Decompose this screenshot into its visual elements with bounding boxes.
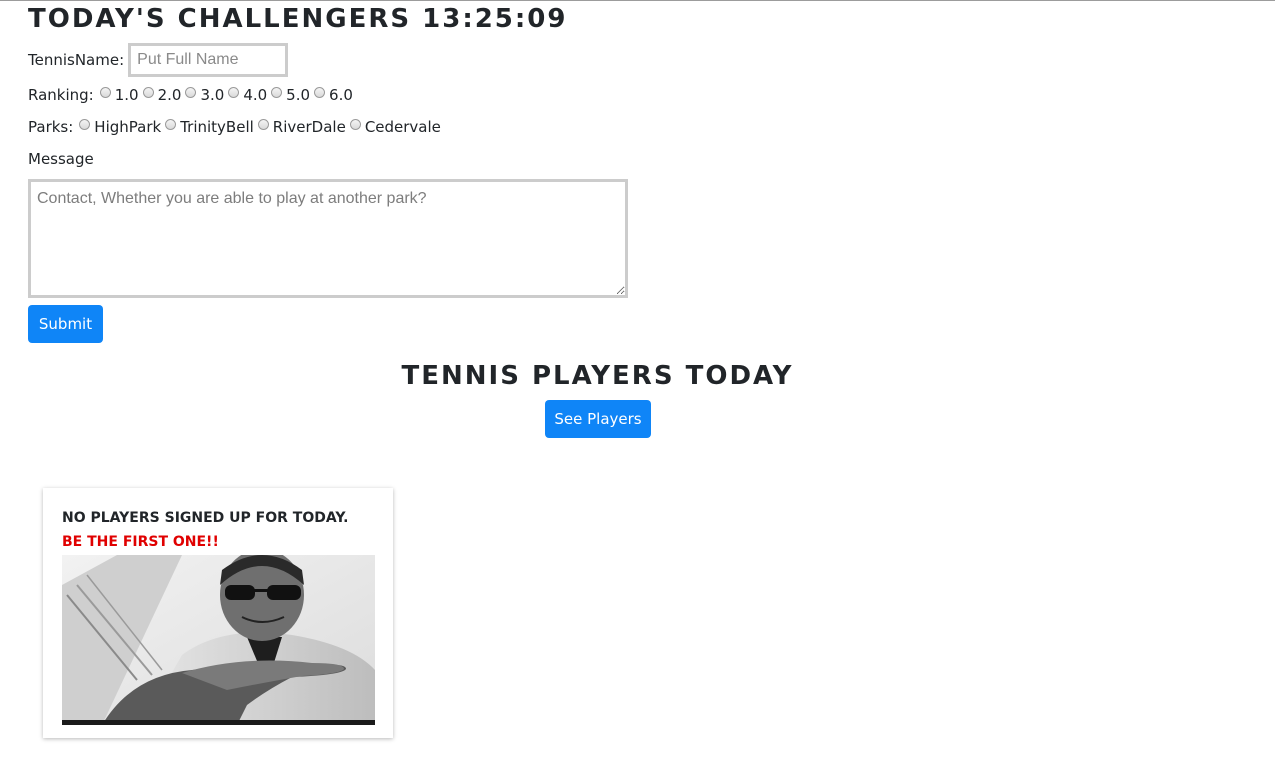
parks-row: Parks: HighPark TrinityBell RiverDale Ce… bbox=[28, 118, 443, 136]
radio-icon[interactable] bbox=[142, 86, 154, 98]
radio-icon[interactable] bbox=[165, 118, 177, 130]
ranking-row: Ranking: 1.0 2.0 3.0 4.0 5.0 6.0 bbox=[28, 86, 355, 104]
radio-icon[interactable] bbox=[185, 86, 197, 98]
empty-players-card: NO PLAYERS SIGNED UP FOR TODAY. BE THE F… bbox=[43, 488, 393, 738]
message-label: Message bbox=[28, 150, 94, 168]
park-option-cedervale[interactable]: Cedervale bbox=[348, 118, 441, 136]
card-title: NO PLAYERS SIGNED UP FOR TODAY. bbox=[62, 510, 349, 526]
radio-icon[interactable] bbox=[228, 86, 240, 98]
ranking-option-3[interactable]: 3.0 bbox=[183, 86, 224, 104]
park-option-riverdale[interactable]: RiverDale bbox=[256, 118, 346, 136]
tennis-name-row: TennisName: bbox=[28, 43, 289, 77]
top-border bbox=[0, 0, 1275, 1]
ranking-option-2[interactable]: 2.0 bbox=[141, 86, 181, 104]
radio-icon[interactable] bbox=[257, 118, 269, 130]
parks-label: Parks: bbox=[28, 118, 74, 136]
players-section-title: TENNIS PLAYERS TODAY bbox=[401, 361, 794, 391]
message-textarea[interactable] bbox=[28, 179, 628, 298]
ranking-option-1[interactable]: 1.0 bbox=[98, 86, 139, 104]
radio-icon[interactable] bbox=[314, 86, 326, 98]
ranking-option-4[interactable]: 4.0 bbox=[226, 86, 267, 104]
submit-button[interactable]: Submit bbox=[28, 305, 103, 343]
ranking-option-6[interactable]: 6.0 bbox=[312, 86, 353, 104]
radio-icon[interactable] bbox=[99, 86, 111, 98]
park-option-trinitybell[interactable]: TrinityBell bbox=[163, 118, 254, 136]
ranking-option-5[interactable]: 5.0 bbox=[269, 86, 310, 104]
tennis-name-label: TennisName: bbox=[28, 51, 125, 69]
see-players-button[interactable]: See Players bbox=[545, 400, 651, 438]
radio-icon[interactable] bbox=[349, 118, 361, 130]
tennis-name-input[interactable] bbox=[128, 43, 289, 77]
ranking-label: Ranking: bbox=[28, 86, 94, 104]
page-title: TODAY'S CHALLENGERS 13:25:09 bbox=[28, 4, 568, 34]
pointing-man-image bbox=[62, 555, 375, 725]
park-option-highpark[interactable]: HighPark bbox=[77, 118, 161, 136]
radio-icon[interactable] bbox=[79, 118, 91, 130]
radio-icon[interactable] bbox=[271, 86, 283, 98]
card-subtitle: BE THE FIRST ONE!! bbox=[62, 534, 219, 550]
